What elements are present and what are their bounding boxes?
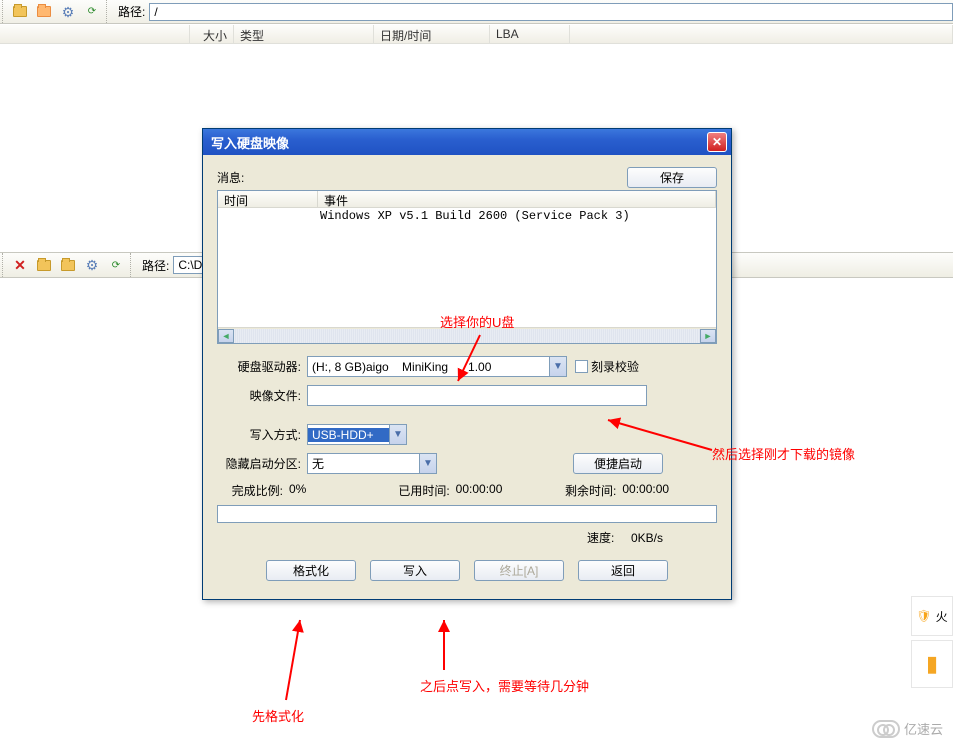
done-value: 0%: [289, 482, 306, 499]
annotation-format-first: 先格式化: [256, 614, 316, 704]
list-row: Windows XP v5.1 Build 2600 (Service Pack…: [220, 209, 714, 223]
column-header: 大小 类型 日期/时间 LBA: [0, 24, 953, 44]
col-size[interactable]: 大小: [190, 25, 234, 43]
save-button[interactable]: 保存: [627, 167, 717, 188]
hidden-partition-label: 隐藏启动分区:: [217, 455, 307, 472]
top-toolbar: ⚙ ⟳ 路径: /: [0, 0, 953, 24]
chevron-down-icon: ▼: [419, 454, 436, 473]
col-name[interactable]: [0, 25, 190, 43]
settings-button[interactable]: ⚙: [57, 2, 79, 22]
path-input[interactable]: /: [149, 3, 953, 21]
col-lba[interactable]: LBA: [490, 25, 570, 43]
drive-select[interactable]: (H:, 8 GB)aigo MiniKing 1.00 ▼: [307, 356, 567, 377]
side-shield-card[interactable]: 🛡 火: [911, 596, 953, 636]
refresh-button[interactable]: ⟳: [81, 2, 103, 22]
scroll-right-icon[interactable]: ►: [700, 329, 716, 343]
brand-watermark: 亿速云: [872, 719, 943, 738]
format-button[interactable]: 格式化: [266, 560, 356, 581]
done-label: 完成比例:: [217, 482, 289, 499]
close-button[interactable]: ✕: [707, 132, 727, 152]
folder-button-3[interactable]: [57, 255, 79, 275]
back-button[interactable]: 返回: [578, 560, 668, 581]
speed-value: 0KB/s: [631, 531, 663, 545]
scroll-left-icon[interactable]: ◄: [218, 329, 234, 343]
elapsed-label: 已用时间:: [384, 482, 456, 499]
quick-boot-button[interactable]: 便捷启动: [573, 453, 663, 474]
delete-button[interactable]: ✕: [9, 255, 31, 275]
horizontal-scrollbar[interactable]: ◄ ►: [218, 327, 716, 343]
annotation-then-write: 之后点写入，需要等待几分钟: [416, 614, 476, 674]
chevron-down-icon: ▼: [389, 425, 406, 444]
brand-logo-icon: [872, 720, 900, 738]
hidden-partition-select[interactable]: 无 ▼: [307, 453, 437, 474]
new-folder-button[interactable]: [33, 2, 55, 22]
dialog-title: 写入硬盘映像: [207, 133, 707, 152]
stop-button[interactable]: 终止[A]: [474, 560, 564, 581]
dialog-titlebar[interactable]: 写入硬盘映像 ✕: [203, 129, 731, 155]
message-label: 消息:: [217, 169, 627, 186]
remain-label: 剩余时间:: [550, 482, 622, 499]
progress-bar: [217, 505, 717, 523]
message-listbox: 时间 事件 Windows XP v5.1 Build 2600 (Servic…: [217, 190, 717, 344]
col-type[interactable]: 类型: [234, 25, 374, 43]
write-method-select[interactable]: USB-HDD+ ▼: [307, 424, 407, 445]
shield-icon: 🛡: [916, 609, 931, 623]
write-method-label: 写入方式:: [217, 426, 307, 443]
verify-checkbox[interactable]: 刻录校验: [575, 358, 639, 375]
list-col-event[interactable]: 事件: [318, 191, 716, 207]
col-datetime[interactable]: 日期/时间: [374, 25, 490, 43]
refresh-button-2[interactable]: ⟳: [105, 255, 127, 275]
chevron-down-icon: ▼: [549, 357, 566, 376]
settings-button-2[interactable]: ⚙: [81, 255, 103, 275]
write-button[interactable]: 写入: [370, 560, 460, 581]
path-label: 路径:: [118, 3, 145, 20]
remain-value: 00:00:00: [622, 482, 669, 499]
elapsed-value: 00:00:00: [456, 482, 503, 499]
up-folder-button[interactable]: [9, 2, 31, 22]
image-file-label: 映像文件:: [217, 387, 307, 404]
side-usb-card[interactable]: ▮: [911, 640, 953, 688]
image-file-input[interactable]: [307, 385, 647, 406]
drive-label: 硬盘驱动器:: [217, 358, 307, 375]
path-label-2: 路径:: [142, 257, 169, 274]
usb-stick-icon: ▮: [926, 651, 938, 677]
list-col-time[interactable]: 时间: [218, 191, 318, 207]
folder-button-2[interactable]: [33, 255, 55, 275]
speed-label: 速度:: [587, 531, 614, 545]
write-disk-image-dialog: 写入硬盘映像 ✕ 消息: 保存 时间 事件 Windows XP v5.1 Bu…: [202, 128, 732, 600]
